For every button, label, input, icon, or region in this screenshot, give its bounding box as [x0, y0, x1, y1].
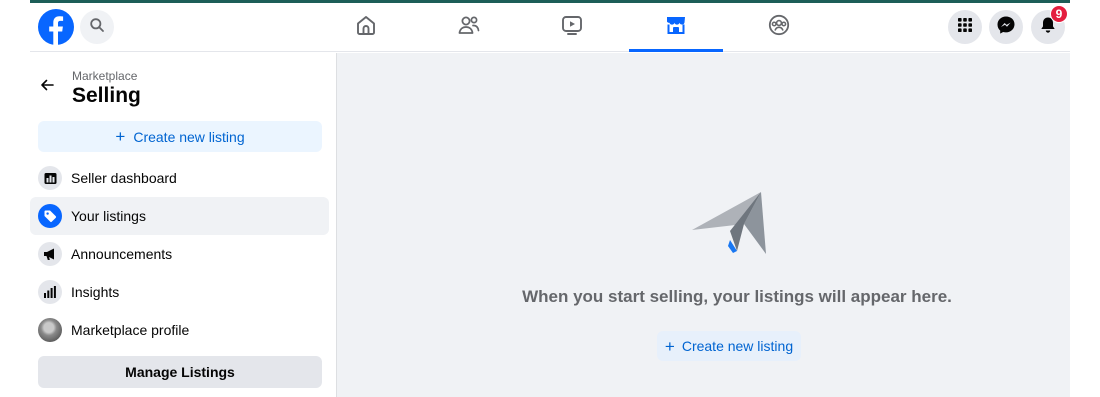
listings-content-area: When you start selling, your listings wi… — [337, 53, 1070, 397]
manage-listings-button[interactable]: Manage Listings — [38, 356, 322, 388]
tab-friends[interactable] — [422, 3, 516, 52]
create-listing-label: Create new listing — [133, 128, 245, 145]
paper-plane-illustration — [690, 190, 766, 256]
arrow-left-icon — [39, 77, 55, 98]
messenger-icon — [996, 15, 1016, 40]
search-button[interactable] — [80, 10, 114, 44]
empty-state-message: When you start selling, your listings wi… — [522, 287, 952, 306]
create-listing-label: Create new listing — [681, 338, 794, 354]
sidebar-item-insights[interactable]: Insights — [30, 273, 329, 311]
bar-chart-icon — [38, 280, 62, 304]
sidebar-item-label: Marketplace profile — [71, 322, 190, 338]
sidebar-item-label: Seller dashboard — [71, 170, 177, 186]
profile-photo — [38, 318, 62, 342]
sidebar-item-label: Announcements — [71, 246, 173, 262]
sidebar-item-announcements[interactable]: Announcements — [30, 235, 329, 273]
tab-video[interactable] — [525, 3, 619, 52]
menu-button[interactable] — [948, 10, 982, 44]
sidebar-item-label: Your listings — [71, 208, 146, 224]
facebook-logo-icon[interactable] — [38, 9, 74, 45]
notification-badge: 9 — [1050, 5, 1068, 23]
friends-icon — [457, 13, 481, 42]
groups-icon — [767, 13, 791, 42]
page-title: Selling — [72, 84, 141, 107]
tab-home[interactable] — [319, 3, 413, 52]
video-icon — [560, 13, 584, 42]
sidebar-item-marketplace-profile[interactable]: Marketplace profile — [30, 311, 329, 349]
tab-marketplace[interactable] — [629, 3, 723, 52]
home-icon — [354, 13, 378, 42]
megaphone-icon — [38, 242, 62, 266]
search-icon — [89, 17, 105, 38]
create-listing-button[interactable]: + Create new listing — [38, 121, 322, 152]
plus-icon: + — [664, 336, 675, 356]
create-listing-button-main[interactable]: + Create new listing — [657, 331, 801, 361]
plus-icon: + — [115, 127, 126, 146]
back-button[interactable] — [34, 75, 60, 99]
top-navigation-bar: 9 — [30, 3, 1070, 52]
selling-sidebar: Marketplace Selling + Create new listing… — [30, 53, 337, 397]
tab-groups[interactable] — [732, 3, 826, 52]
menu-grid-icon — [957, 17, 973, 38]
marketplace-icon — [664, 13, 688, 42]
breadcrumb[interactable]: Marketplace — [72, 69, 137, 83]
sidebar-item-label: Insights — [71, 284, 120, 300]
messenger-button[interactable] — [989, 10, 1023, 44]
tag-icon — [38, 204, 62, 228]
app-window: 9 Marketplace Selling + Create new listi… — [30, 0, 1070, 397]
dashboard-icon — [38, 166, 62, 190]
sidebar-item-your-listings[interactable]: Your listings — [30, 197, 329, 235]
sidebar-item-seller-dashboard[interactable]: Seller dashboard — [30, 159, 329, 197]
